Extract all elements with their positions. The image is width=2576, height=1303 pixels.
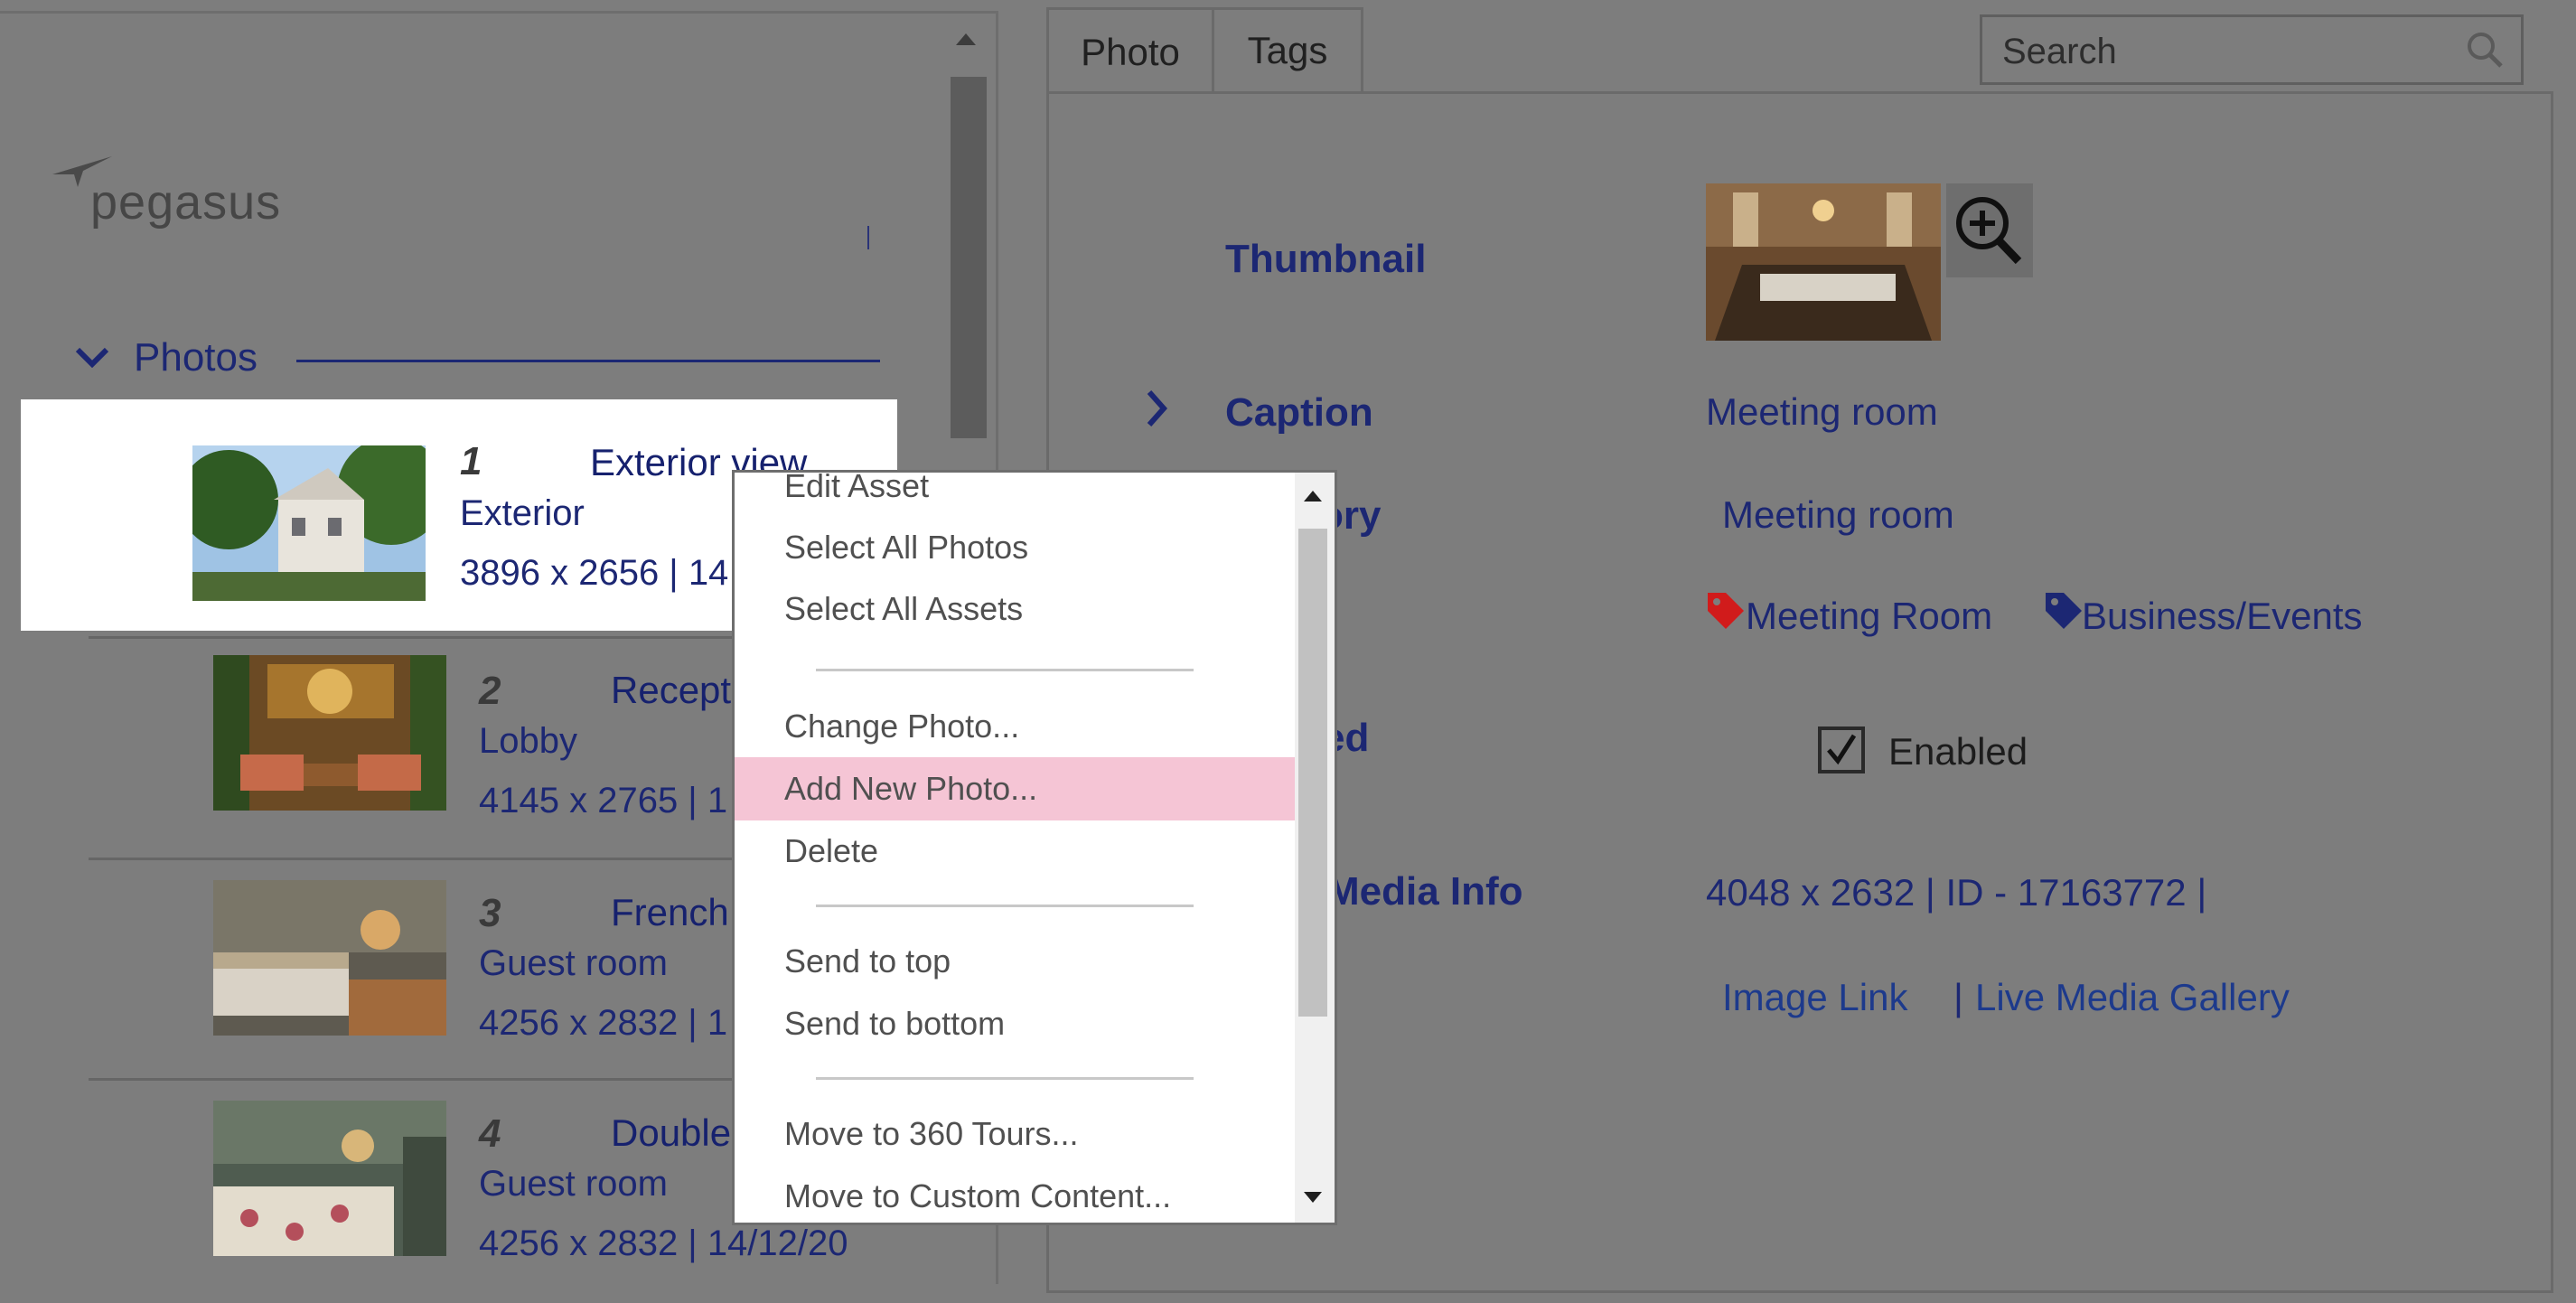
links-separator: | xyxy=(1953,976,1963,1018)
enabled-checkbox[interactable] xyxy=(1818,726,1865,773)
tag-red-icon xyxy=(1708,593,1744,629)
photo-category: Guest room xyxy=(479,943,668,983)
context-menu: Edit Asset Select All Photos Select All … xyxy=(732,470,1337,1225)
left-scrollbar-thumb[interactable] xyxy=(951,77,987,438)
photo-number: 1 xyxy=(460,439,482,483)
exterior-photo-thumbnail xyxy=(192,445,426,601)
tab-photo[interactable]: Photo xyxy=(1046,7,1214,94)
search-icon[interactable] xyxy=(2465,30,2505,70)
checkmark-icon xyxy=(1827,734,1857,765)
menu-separator xyxy=(816,905,1194,907)
menu-item-send-to-top[interactable]: Send to top xyxy=(735,930,1295,993)
photo-meta: 4145 x 2765 | 1 xyxy=(479,781,728,820)
media-info-label: Media Info xyxy=(1326,869,1523,914)
menu-item-add-new-photo[interactable]: Add New Photo... xyxy=(735,757,1295,820)
zoom-button[interactable] xyxy=(1946,183,2033,277)
zoom-in-icon xyxy=(1956,197,2022,265)
meeting-room-thumbnail[interactable] xyxy=(1706,183,1941,341)
menu-item-move-to-custom-content[interactable]: Move to Custom Content... xyxy=(735,1165,1295,1223)
lobby-photo-thumbnail xyxy=(213,655,446,811)
tag-blue-icon xyxy=(2046,593,2082,629)
live-media-gallery-link[interactable]: Live Media Gallery xyxy=(1975,976,2290,1019)
menu-scroll-up-arrow-icon[interactable] xyxy=(1304,491,1322,502)
left-scroll-up-arrow-icon[interactable] xyxy=(956,33,976,45)
menu-item-select-all-assets[interactable]: Select All Assets xyxy=(735,577,1295,641)
photos-section-title[interactable]: Photos xyxy=(134,335,258,380)
photo-title: French xyxy=(611,891,729,933)
guest-room-photo-thumbnail xyxy=(213,880,446,1036)
menu-item-edit-asset[interactable]: Edit Asset xyxy=(735,473,1295,518)
thumbnail-label: Thumbnail xyxy=(1225,237,1427,281)
enabled-text: Enabled xyxy=(1888,730,2028,773)
photo-meta: 4256 x 2832 | 14/12/20 xyxy=(479,1223,848,1263)
tab-tags[interactable]: Tags xyxy=(1212,7,1363,94)
chevron-right-icon[interactable] xyxy=(1144,389,1169,428)
photos-section-divider xyxy=(296,360,880,362)
photo-category: Lobby xyxy=(479,721,577,761)
menu-separator xyxy=(816,1077,1194,1080)
menu-scrollbar-thumb[interactable] xyxy=(1298,529,1327,1017)
brand-logo-text: pegasus xyxy=(90,175,282,230)
menu-item-select-all-photos[interactable]: Select All Photos xyxy=(735,516,1295,579)
photo-meta: 4256 x 2832 | 1 xyxy=(479,1003,728,1043)
photo-title: Recept xyxy=(611,669,732,711)
menu-item-move-to-360-tours[interactable]: Move to 360 Tours... xyxy=(735,1102,1295,1166)
search-input[interactable] xyxy=(2000,26,2456,77)
double-room-photo-thumbnail xyxy=(213,1101,446,1256)
category-value[interactable]: Meeting room xyxy=(1722,493,1954,537)
chevron-down-icon[interactable] xyxy=(74,346,110,368)
photo-meta: 3896 x 2656 | 14 xyxy=(460,553,729,593)
photo-number: 2 xyxy=(479,669,501,713)
menu-item-delete[interactable]: Delete xyxy=(735,820,1295,883)
text-caret xyxy=(867,226,869,249)
photo-title: Double xyxy=(611,1111,732,1154)
media-info-value: 4048 x 2632 | ID - 17163772 | xyxy=(1706,871,2207,914)
menu-separator xyxy=(816,669,1194,671)
tag-meeting-room[interactable]: Meeting Room xyxy=(1746,595,1992,638)
menu-item-change-photo[interactable]: Change Photo... xyxy=(735,695,1295,758)
caption-value[interactable]: Meeting room xyxy=(1706,390,1938,434)
menu-item-send-to-bottom[interactable]: Send to bottom xyxy=(735,992,1295,1055)
caption-label: Caption xyxy=(1225,390,1373,435)
tag-business-events[interactable]: Business/Events xyxy=(2082,595,2363,638)
menu-scroll-down-arrow-icon[interactable] xyxy=(1304,1192,1322,1203)
image-link[interactable]: Image Link xyxy=(1722,976,1907,1019)
photo-category: Guest room xyxy=(479,1164,668,1204)
search-box[interactable] xyxy=(1980,14,2524,85)
photo-number: 4 xyxy=(479,1111,501,1156)
photo-number: 3 xyxy=(479,891,501,935)
photo-category: Exterior xyxy=(460,493,585,533)
